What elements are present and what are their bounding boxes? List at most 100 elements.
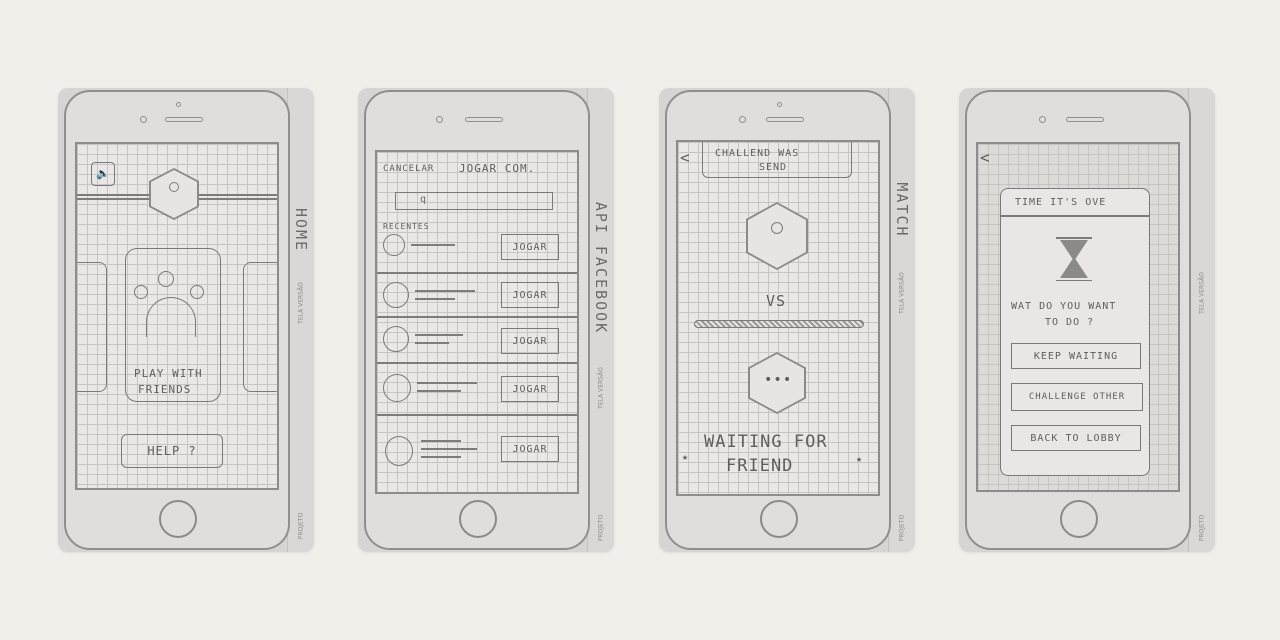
sketch-sidebar: API FACEBOOK TELA VERSÃO PROJETO	[587, 88, 614, 552]
sketch-card-match: MATCH TELA VERSÃO PROJETO < CHALLEND WAS…	[659, 88, 915, 552]
front-camera	[1039, 116, 1046, 123]
sketch-card-home: HOME TELA VERSÃO PROJETO 🔈 PLAY WITH FRI…	[58, 88, 314, 552]
version-label: TELA VERSÃO	[898, 272, 906, 314]
carousel-next-card[interactable]	[243, 262, 277, 392]
divider	[1001, 215, 1149, 217]
avatar-hex[interactable]	[149, 168, 199, 220]
friend-avatar	[383, 234, 405, 256]
hourglass-top	[1056, 237, 1092, 239]
speaker-icon: 🔈	[96, 167, 110, 180]
question-line-2: TO DO ?	[1045, 317, 1095, 328]
group-icon-left	[134, 285, 148, 299]
project-label: PROJETO	[1198, 514, 1206, 542]
play-button[interactable]: JOGAR	[501, 376, 559, 402]
cancel-link[interactable]: CANCELAR	[383, 164, 434, 174]
home-button[interactable]	[459, 500, 497, 538]
search-icon: q	[420, 194, 427, 205]
banner-line-1: CHALLEND WAS	[715, 148, 800, 159]
sketch-sidebar: HOME TELA VERSÃO PROJETO	[287, 88, 314, 552]
play-label-2: FRIENDS	[138, 383, 192, 396]
play-button[interactable]: JOGAR	[501, 282, 559, 308]
waiting-line-2: FRIEND	[726, 456, 794, 476]
project-label: PROJETO	[898, 514, 906, 542]
friend-avatar	[385, 436, 413, 466]
keep-waiting-button[interactable]: KEEP WAITING	[1011, 343, 1141, 369]
vs-label: VS	[766, 292, 787, 310]
friend-name	[411, 244, 455, 246]
group-icon-right	[190, 285, 204, 299]
challenge-other-button[interactable]: CHALLENGE OTHER	[1011, 383, 1143, 411]
progress-bar	[694, 320, 864, 328]
friend-subtitle	[421, 448, 477, 450]
play-button[interactable]: JOGAR	[501, 328, 559, 354]
back-icon[interactable]: <	[680, 148, 691, 167]
friend-name	[417, 382, 477, 384]
hourglass-icon	[1056, 237, 1092, 281]
user-icon	[169, 182, 179, 192]
search-input[interactable]: q	[395, 192, 553, 210]
speaker	[165, 117, 203, 122]
friend-subtitle	[421, 456, 461, 458]
front-camera	[140, 116, 147, 123]
star-icon: ★	[856, 454, 864, 465]
speaker	[1066, 117, 1104, 122]
sketch-card-timeout: TELA VERSÃO PROJETO < TIME IT'S OVE WAT …	[959, 88, 1215, 552]
group-icon	[158, 271, 174, 287]
sound-button[interactable]: 🔈	[91, 162, 115, 186]
home-button[interactable]	[159, 500, 197, 538]
front-camera	[739, 116, 746, 123]
sketch-card-facebook: API FACEBOOK TELA VERSÃO PROJETO CANCELA…	[358, 88, 614, 552]
sketch-sidebar: MATCH TELA VERSÃO PROJETO	[888, 88, 915, 552]
dialog-title: TIME IT'S OVE	[1015, 197, 1107, 208]
friend-name	[415, 334, 463, 336]
play-button[interactable]: JOGAR	[501, 234, 559, 260]
play-button[interactable]: JOGAR	[501, 436, 559, 462]
front-camera	[436, 116, 443, 123]
divider	[377, 362, 577, 364]
phone-frame: CANCELAR JOGAR COM. q RECENTES JOGAR JOG…	[364, 90, 590, 550]
divider	[377, 316, 577, 318]
version-label: TELA VERSÃO	[297, 282, 305, 324]
screen-name-label: HOME	[292, 207, 310, 253]
sketch-sidebar: TELA VERSÃO PROJETO	[1188, 88, 1215, 552]
camera-dot	[777, 102, 782, 107]
play-with-friends-card[interactable]: PLAY WITH FRIENDS	[125, 248, 221, 402]
friend-name	[421, 440, 461, 442]
back-to-lobby-button[interactable]: BACK TO LOBBY	[1011, 425, 1141, 451]
version-label: TELA VERSÃO	[597, 367, 605, 409]
screen-name-label: MATCH	[893, 182, 911, 238]
screen-name-label: API FACEBOOK	[592, 201, 610, 335]
screen: CANCELAR JOGAR COM. q RECENTES JOGAR JOG…	[375, 150, 579, 494]
home-button[interactable]	[1060, 500, 1098, 538]
speaker	[465, 117, 503, 122]
back-icon[interactable]: <	[980, 148, 991, 167]
help-button[interactable]: HELP ?	[121, 434, 223, 468]
speaker	[766, 117, 804, 122]
friend-avatar	[383, 282, 409, 308]
project-label: PROJETO	[297, 512, 305, 540]
page-title: JOGAR COM.	[459, 162, 536, 175]
phone-frame: < CHALLEND WAS SEND VS ••• WAITING FOR F…	[665, 90, 891, 550]
friend-subtitle	[415, 298, 455, 300]
friend-subtitle	[415, 342, 449, 344]
home-button[interactable]	[760, 500, 798, 538]
divider	[377, 414, 577, 416]
friend-avatar	[383, 374, 411, 402]
player-avatar-hex	[746, 202, 808, 270]
time-over-dialog: TIME IT'S OVE WAT DO YOU WANT TO DO ? KE…	[1000, 188, 1150, 476]
group-body	[146, 297, 196, 337]
loading-dots: •••	[764, 372, 793, 388]
phone-frame: 🔈 PLAY WITH FRIENDS HELP ?	[64, 90, 290, 550]
friend-name	[415, 290, 475, 292]
version-label: TELA VERSÃO	[1198, 272, 1206, 314]
divider	[377, 272, 577, 274]
question-line-1: WAT DO YOU WANT	[1011, 301, 1117, 312]
recent-label: RECENTES	[383, 222, 430, 231]
friend-avatar	[383, 326, 409, 352]
carousel-prev-card[interactable]	[77, 262, 107, 392]
user-icon	[771, 222, 783, 234]
waiting-line-1: WAITING FOR	[704, 432, 828, 452]
phone-frame: < TIME IT'S OVE WAT DO YOU WANT TO DO ? …	[965, 90, 1191, 550]
friend-subtitle	[417, 390, 461, 392]
screen: 🔈 PLAY WITH FRIENDS HELP ?	[75, 142, 279, 490]
